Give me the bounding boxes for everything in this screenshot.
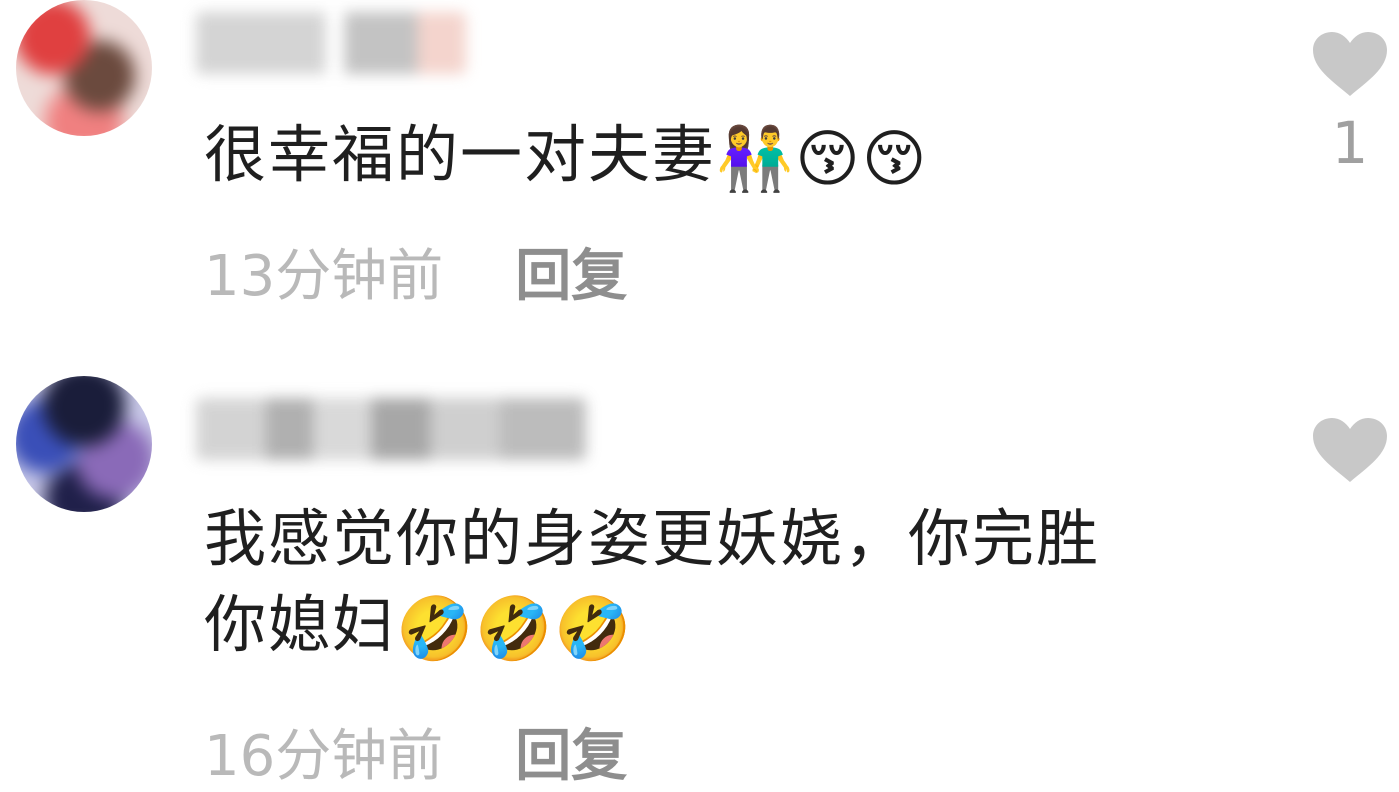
comment-text-line1: 我感觉你的身姿更妖娆，你完胜 [204, 502, 1101, 575]
heart-icon [1313, 418, 1387, 482]
comment-meta: 16分钟前 回复 [204, 722, 627, 792]
rolling-laughing-emoji: 🤣 [396, 592, 476, 665]
comment-item-2: 我感觉你的身姿更妖娆，你完胜 你媳妇🤣🤣🤣 16分钟前 回复 [0, 0, 1399, 789]
like-button[interactable] [1310, 416, 1390, 484]
username-blurred[interactable] [196, 398, 586, 460]
user-avatar[interactable] [16, 376, 152, 512]
comment-text: 我感觉你的身姿更妖娆，你完胜 你媳妇🤣🤣🤣 [204, 496, 1100, 668]
rolling-laughing-emoji: 🤣 [475, 592, 555, 665]
reply-button[interactable]: 回复 [515, 722, 627, 792]
rolling-laughing-emoji: 🤣 [554, 592, 634, 665]
comment-time: 16分钟前 [204, 724, 444, 789]
comment-text-line2: 你媳妇 [204, 588, 397, 661]
